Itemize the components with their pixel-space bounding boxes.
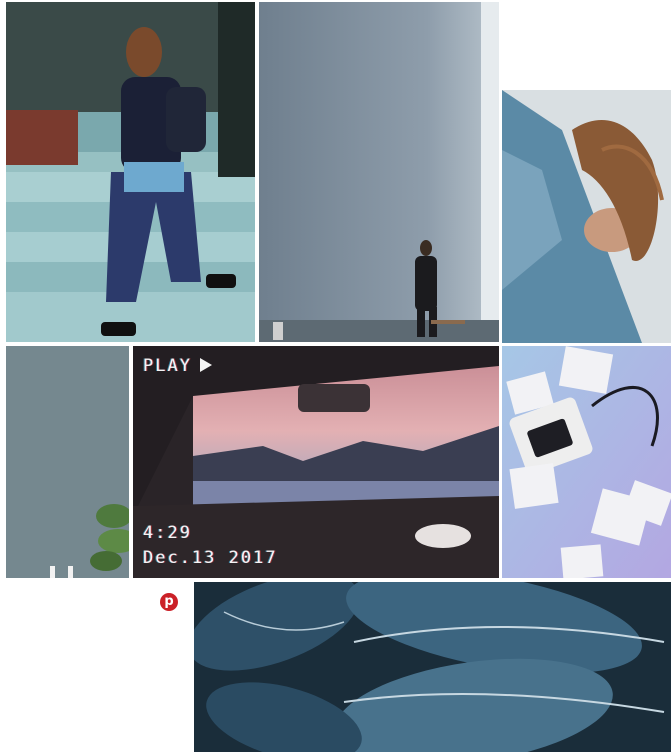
photo-polaroid-camera[interactable] [502,346,671,578]
play-label: PLAY [143,356,212,376]
photo-wall-plant[interactable] [6,346,129,578]
photo-vhs-lake-car[interactable]: PLAY 4:29 Dec.13 2017 [133,346,499,578]
timestamp-date: Dec.13 2017 [143,548,278,568]
play-text: PLAY [143,356,192,376]
photo-woman-hair[interactable] [502,90,671,343]
photo-woman-on-steps[interactable] [6,2,255,342]
timestamp-time: 4:29 [143,523,192,543]
photo-frosted-leaves[interactable] [194,582,671,752]
play-icon [199,358,212,372]
pinterest-icon[interactable]: p [160,593,178,611]
photo-grey-room-figure[interactable] [259,2,499,342]
